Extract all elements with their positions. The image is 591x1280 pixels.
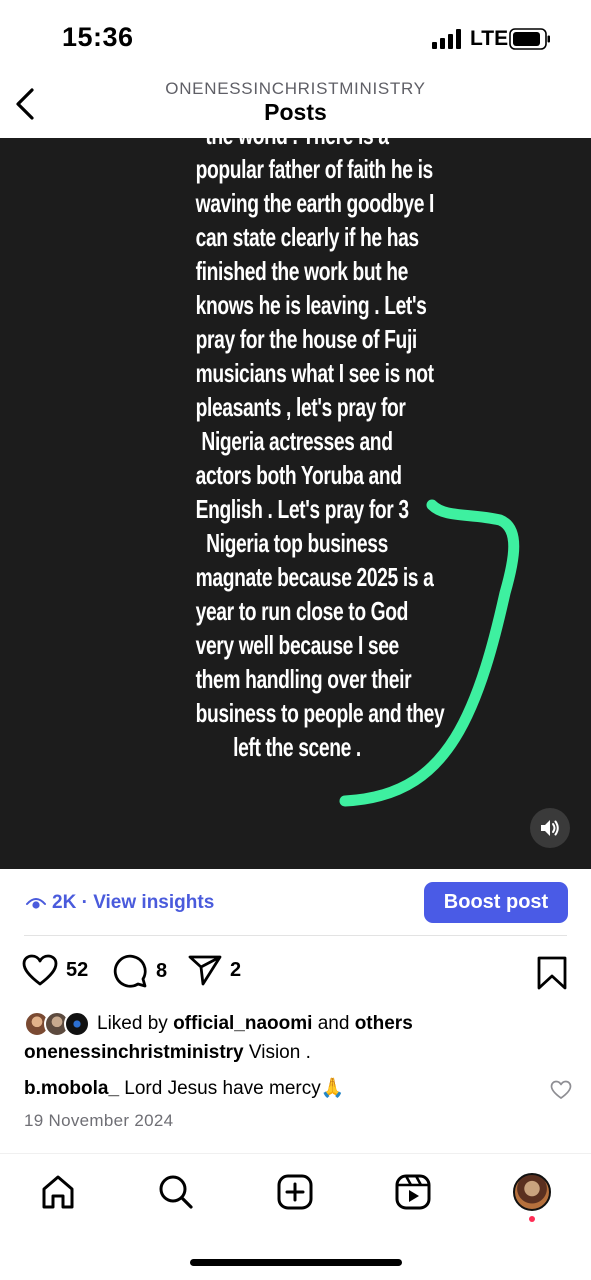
profile-avatar xyxy=(513,1173,551,1211)
post-text-line: very well because I see xyxy=(195,630,400,660)
post-text-line: business to people and they xyxy=(195,698,445,728)
comment-text: Lord Jesus have mercy🙏 xyxy=(124,1078,345,1099)
comments-count: 8 xyxy=(156,959,168,982)
eye-icon xyxy=(26,898,46,909)
home-indicator xyxy=(190,1259,402,1266)
comment-button[interactable]: 8 xyxy=(112,954,167,988)
liked-by-prefix: Liked by xyxy=(97,1013,168,1034)
volume-button[interactable] xyxy=(530,808,570,848)
comment-like-heart-icon[interactable] xyxy=(550,1080,572,1100)
post-media[interactable]: the world . There is a popular father of … xyxy=(0,138,591,869)
insights-separator: · xyxy=(76,892,94,913)
notification-dot xyxy=(529,1216,535,1222)
speaker-icon xyxy=(541,820,559,836)
like-button[interactable]: 52 xyxy=(22,954,88,986)
send-icon xyxy=(188,955,222,986)
home-icon xyxy=(42,1175,74,1209)
plus-square-icon xyxy=(277,1174,313,1210)
post-caption: onenessinchristministry Vision . xyxy=(24,1042,584,1064)
post-image-text: the world . There is a popular father of … xyxy=(195,138,445,764)
divider xyxy=(24,935,567,936)
network-label: LTE xyxy=(470,27,509,50)
liked-by-others[interactable]: others xyxy=(355,1013,413,1035)
reels-icon xyxy=(395,1174,431,1210)
liker-avatars xyxy=(24,1011,92,1037)
liked-by-connector: and xyxy=(317,1013,350,1034)
caption-text: Vision . xyxy=(248,1042,311,1063)
nav-profile[interactable] xyxy=(512,1172,552,1212)
post-text-line: the world . There is a xyxy=(196,138,399,152)
view-insights-link[interactable]: 2K · View insights xyxy=(26,892,214,914)
post-text-line: English . Let's pray for 3 xyxy=(195,494,409,524)
comment-username[interactable]: b.mobola_ xyxy=(24,1078,119,1099)
page-title: Posts xyxy=(264,99,327,125)
share-button[interactable]: 2 xyxy=(188,954,241,986)
signal-icon xyxy=(432,29,461,49)
post-text-line: pray for the house of Fuji xyxy=(195,324,418,354)
liked-by-user[interactable]: official_naoomi xyxy=(173,1013,312,1035)
comment-icon xyxy=(113,954,147,988)
nav-home[interactable] xyxy=(38,1172,78,1212)
post-text-line: year to run close to God xyxy=(195,596,409,626)
heart-icon xyxy=(22,954,58,986)
nav-search[interactable] xyxy=(156,1172,196,1212)
caption-username[interactable]: onenessinchristministry xyxy=(24,1042,244,1063)
post-text-line: actors both Yoruba and xyxy=(195,460,402,490)
post-text-line: Nigeria actresses and xyxy=(201,426,393,456)
nav-reels[interactable] xyxy=(393,1172,433,1212)
post-text-line: them handling over their xyxy=(195,664,412,694)
post-text-line: musicians what I see is not xyxy=(195,358,434,388)
post-text-line: magnate because 2025 is a xyxy=(195,562,434,592)
account-name: ONENESSINCHRISTMINISTRY xyxy=(165,79,426,98)
avatar xyxy=(64,1011,90,1037)
post-text-line: waving the earth goodbye I xyxy=(195,188,435,218)
status-bar: 15:36 LTE xyxy=(0,0,591,78)
search-icon xyxy=(159,1175,193,1209)
comment-item: b.mobola_ Lord Jesus have mercy🙏 xyxy=(24,1076,534,1100)
battery-icon xyxy=(509,28,550,50)
post-text-line: Nigeria top business xyxy=(206,528,388,558)
post-date: 19 November 2024 xyxy=(24,1111,174,1130)
status-time: 15:36 xyxy=(62,22,134,52)
page-header: ONENESSINCHRISTMINISTRY Posts xyxy=(0,78,591,138)
nav-create[interactable] xyxy=(275,1172,315,1212)
post-text-line: can state clearly if he has xyxy=(195,222,420,252)
likes-count: 52 xyxy=(66,958,89,981)
insights-row: 2K · View insights Boost post xyxy=(0,869,591,935)
bookmark-icon[interactable] xyxy=(536,956,568,990)
liked-by-row[interactable]: Liked by official_naoomi and others xyxy=(24,1010,584,1038)
post-text-line: left the scene . xyxy=(233,732,361,762)
view-insights-label: View insights xyxy=(93,892,215,913)
views-count: 2K xyxy=(52,892,77,913)
shares-count: 2 xyxy=(230,958,242,981)
post-text-line: knows he is leaving . Let's xyxy=(195,290,427,320)
post-text-line: finished the work but he xyxy=(195,256,409,286)
post-text-line: pleasants , let's pray for xyxy=(195,392,406,422)
bottom-nav xyxy=(0,1153,591,1233)
post-actions: 52 8 2 xyxy=(0,950,591,996)
post-text-line: popular father of faith he is xyxy=(195,154,434,184)
boost-post-button[interactable]: Boost post xyxy=(424,882,568,923)
